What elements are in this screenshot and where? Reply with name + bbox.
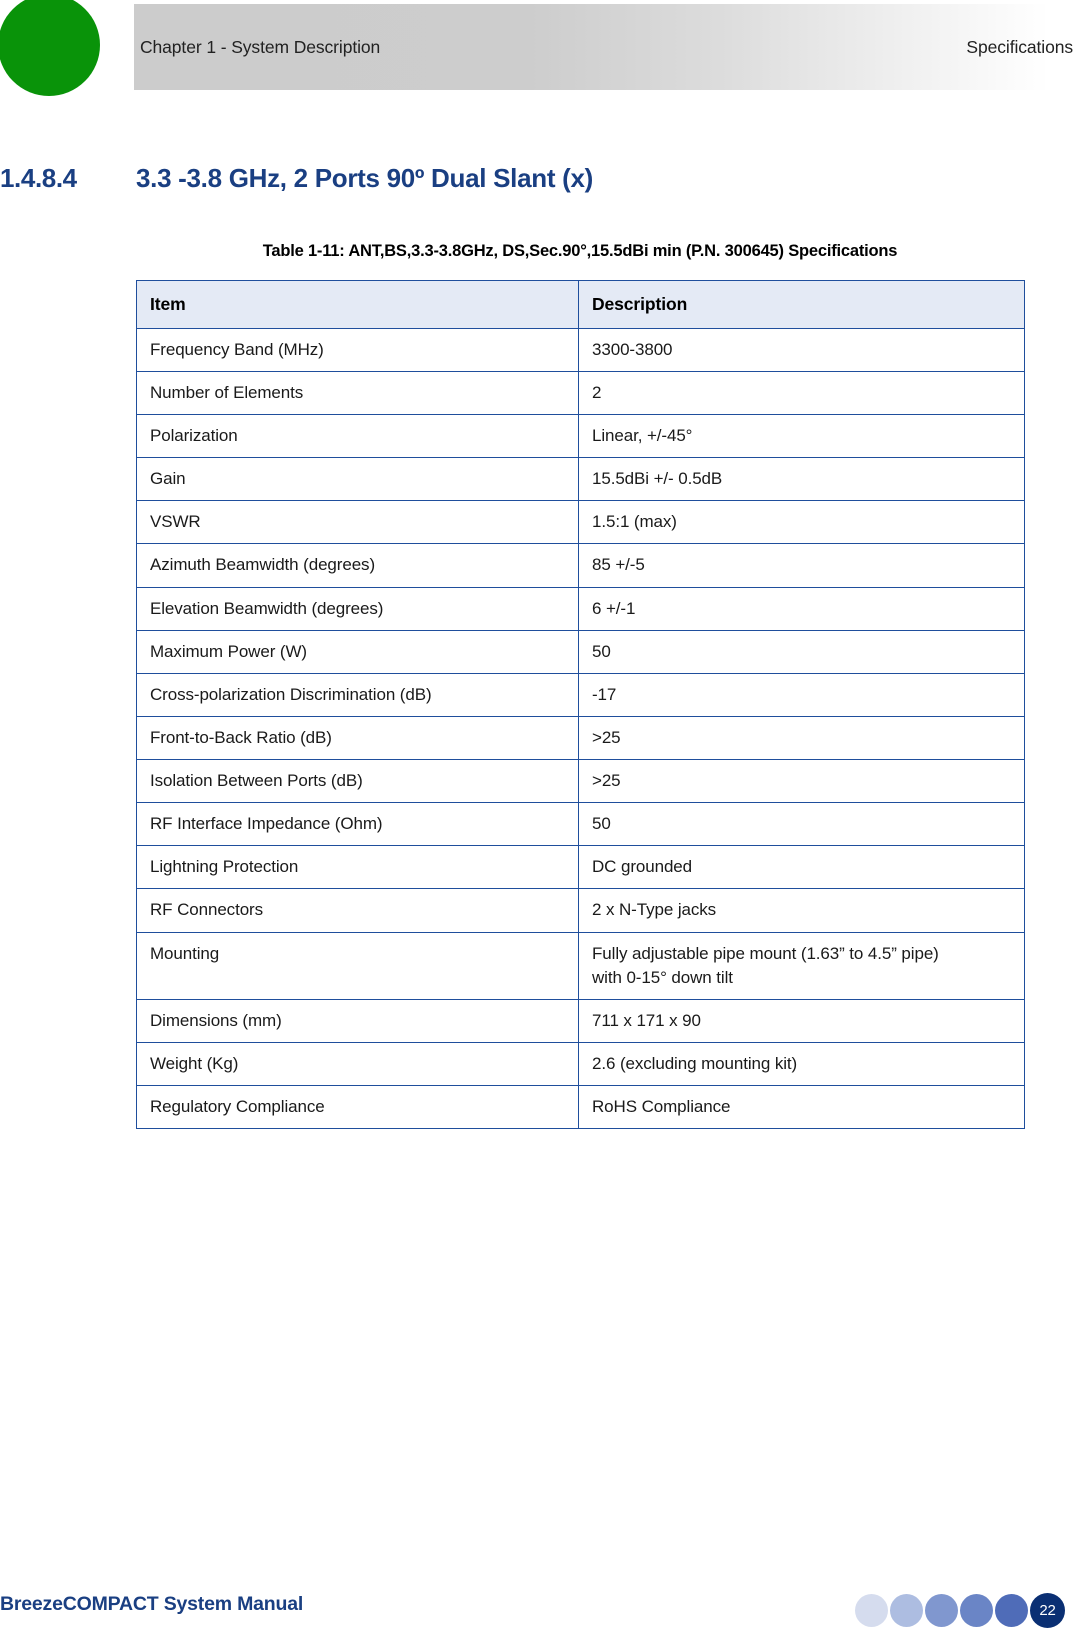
table-cell-description: 2 — [578, 370, 1025, 416]
specifications-table-container: Item Description Frequency Band (MHz) 330… — [136, 280, 1025, 1130]
footer-dot-2 — [890, 1594, 923, 1627]
table-row: Gain 15.5dBi +/- 0.5dB — [136, 457, 1025, 502]
table-cell-description: RoHS Compliance — [578, 1085, 1025, 1130]
header-text-row: Chapter 1 - System Description Specifica… — [134, 4, 1077, 90]
page-number-badge: 22 — [1030, 1593, 1065, 1628]
table-row: Lightning Protection DC grounded — [136, 845, 1025, 890]
table-header-row: Item Description — [136, 280, 1025, 329]
footer-dot-4 — [960, 1594, 993, 1627]
page-footer: BreezeCOMPACT System Manual 22 — [0, 1553, 1077, 1643]
table-cell-item: Number of Elements — [136, 370, 579, 416]
table-cell-item: VSWR — [136, 500, 579, 545]
table-cell-description: >25 — [578, 759, 1025, 804]
section-title: 3.3 -3.8 GHz, 2 Ports 90º Dual Slant (x) — [136, 163, 593, 193]
table-cell-item: Dimensions (mm) — [136, 998, 579, 1043]
header-chapter-label: Chapter 1 - System Description — [140, 36, 381, 57]
footer-dot-group: 22 — [853, 1593, 1065, 1628]
footer-manual-title: BreezeCOMPACT System Manual — [0, 1593, 304, 1615]
table-cell-item: RF Connectors — [136, 888, 579, 933]
table-row: VSWR 1.5:1 (max) — [136, 500, 1025, 545]
table-row: Dimensions (mm) 711 x 171 x 90 — [136, 998, 1025, 1043]
table-row: Maximum Power (W) 50 — [136, 629, 1025, 674]
brand-dot-icon — [0, 0, 100, 96]
table-row: Cross-polarization Discrimination (dB) -1… — [136, 672, 1025, 717]
table-cell-item: Lightning Protection — [136, 845, 579, 890]
table-header: Item Description — [136, 280, 1025, 329]
table-cell-description: >25 — [578, 715, 1025, 761]
table-cell-item: Frequency Band (MHz) — [136, 327, 579, 372]
table-cell-item: Mounting — [136, 931, 579, 1000]
table-cell-description: 50 — [578, 629, 1025, 674]
table-row: Weight (Kg) 2.6 (excluding mounting kit) — [136, 1041, 1025, 1087]
table-caption: Table 1-11: ANT,BS,3.3-3.8GHz, DS,Sec.90… — [262, 242, 898, 260]
table-row: Polarization Linear, +/-45° — [136, 414, 1025, 459]
table-row: Front-to-Back Ratio (dB) >25 — [136, 715, 1025, 761]
table-cell-item: Isolation Between Ports (dB) — [136, 759, 579, 804]
table-cell-item: Elevation Beamwidth (degrees) — [136, 586, 579, 631]
table-cell-description: 1.5:1 (max) — [578, 500, 1025, 545]
table-cell-item: Front-to-Back Ratio (dB) — [136, 715, 579, 761]
table-body: Frequency Band (MHz) 3300-3800 Number of E… — [136, 327, 1025, 1130]
table-cell-description: 2 x N-Type jacks — [578, 888, 1025, 933]
table-cell-item: Polarization — [136, 414, 579, 459]
table-cell-description: 85 +/-5 — [578, 543, 1025, 588]
page-header: Chapter 1 - System Description Specifica… — [0, 0, 1077, 100]
table-cell-description: Linear, +/-45° — [578, 414, 1025, 459]
table-cell-item: Cross-polarization Discrimination (dB) — [136, 672, 579, 717]
header-section-label: Specifications — [966, 36, 1073, 57]
column-header-description: Description — [578, 280, 1025, 329]
table-cell-item: Maximum Power (W) — [136, 629, 579, 674]
table-cell-description: 15.5dBi +/- 0.5dB — [578, 457, 1025, 502]
table-cell-description: 50 — [578, 802, 1025, 847]
table-row: Regulatory Compliance RoHS Compliance — [136, 1085, 1025, 1130]
table-row: RF Connectors 2 x N-Type jacks — [136, 888, 1025, 933]
footer-dot-5 — [995, 1594, 1028, 1627]
table-cell-item: Weight (Kg) — [136, 1041, 579, 1087]
table-row: Number of Elements 2 — [136, 370, 1025, 416]
table-cell-description: Fully adjustable pipe mount (1.63” to 4.… — [578, 931, 1025, 1000]
specifications-table: Item Description Frequency Band (MHz) 330… — [136, 280, 1025, 1130]
table-cell-description: 711 x 171 x 90 — [578, 998, 1025, 1043]
table-cell-item: RF Interface Impedance (Ohm) — [136, 802, 579, 847]
table-cell-item: Gain — [136, 457, 579, 502]
table-row: Azimuth Beamwidth (degrees) 85 +/-5 — [136, 543, 1025, 588]
table-row: Frequency Band (MHz) 3300-3800 — [136, 327, 1025, 372]
table-cell-description: -17 — [578, 672, 1025, 717]
table-cell-item: Regulatory Compliance — [136, 1085, 579, 1130]
table-cell-description: 6 +/-1 — [578, 586, 1025, 631]
table-row: Elevation Beamwidth (degrees) 6 +/-1 — [136, 586, 1025, 631]
footer-dot-3 — [925, 1594, 958, 1627]
table-row: Mounting Fully adjustable pipe mount (1.6… — [136, 931, 1025, 1000]
table-cell-description: 2.6 (excluding mounting kit) — [578, 1041, 1025, 1087]
table-row: Isolation Between Ports (dB) >25 — [136, 759, 1025, 804]
column-header-item: Item — [136, 280, 579, 329]
table-cell-item: Azimuth Beamwidth (degrees) — [136, 543, 579, 588]
table-cell-description: 3300-3800 — [578, 327, 1025, 372]
section-number: 1.4.8.4 — [0, 163, 77, 193]
table-row: RF Interface Impedance (Ohm) 50 — [136, 802, 1025, 847]
table-cell-description: DC grounded — [578, 845, 1025, 890]
footer-dot-1 — [855, 1594, 888, 1627]
section-heading: 1.4.8.4 3.3 -3.8 GHz, 2 Ports 90º Dual S… — [0, 163, 1040, 194]
